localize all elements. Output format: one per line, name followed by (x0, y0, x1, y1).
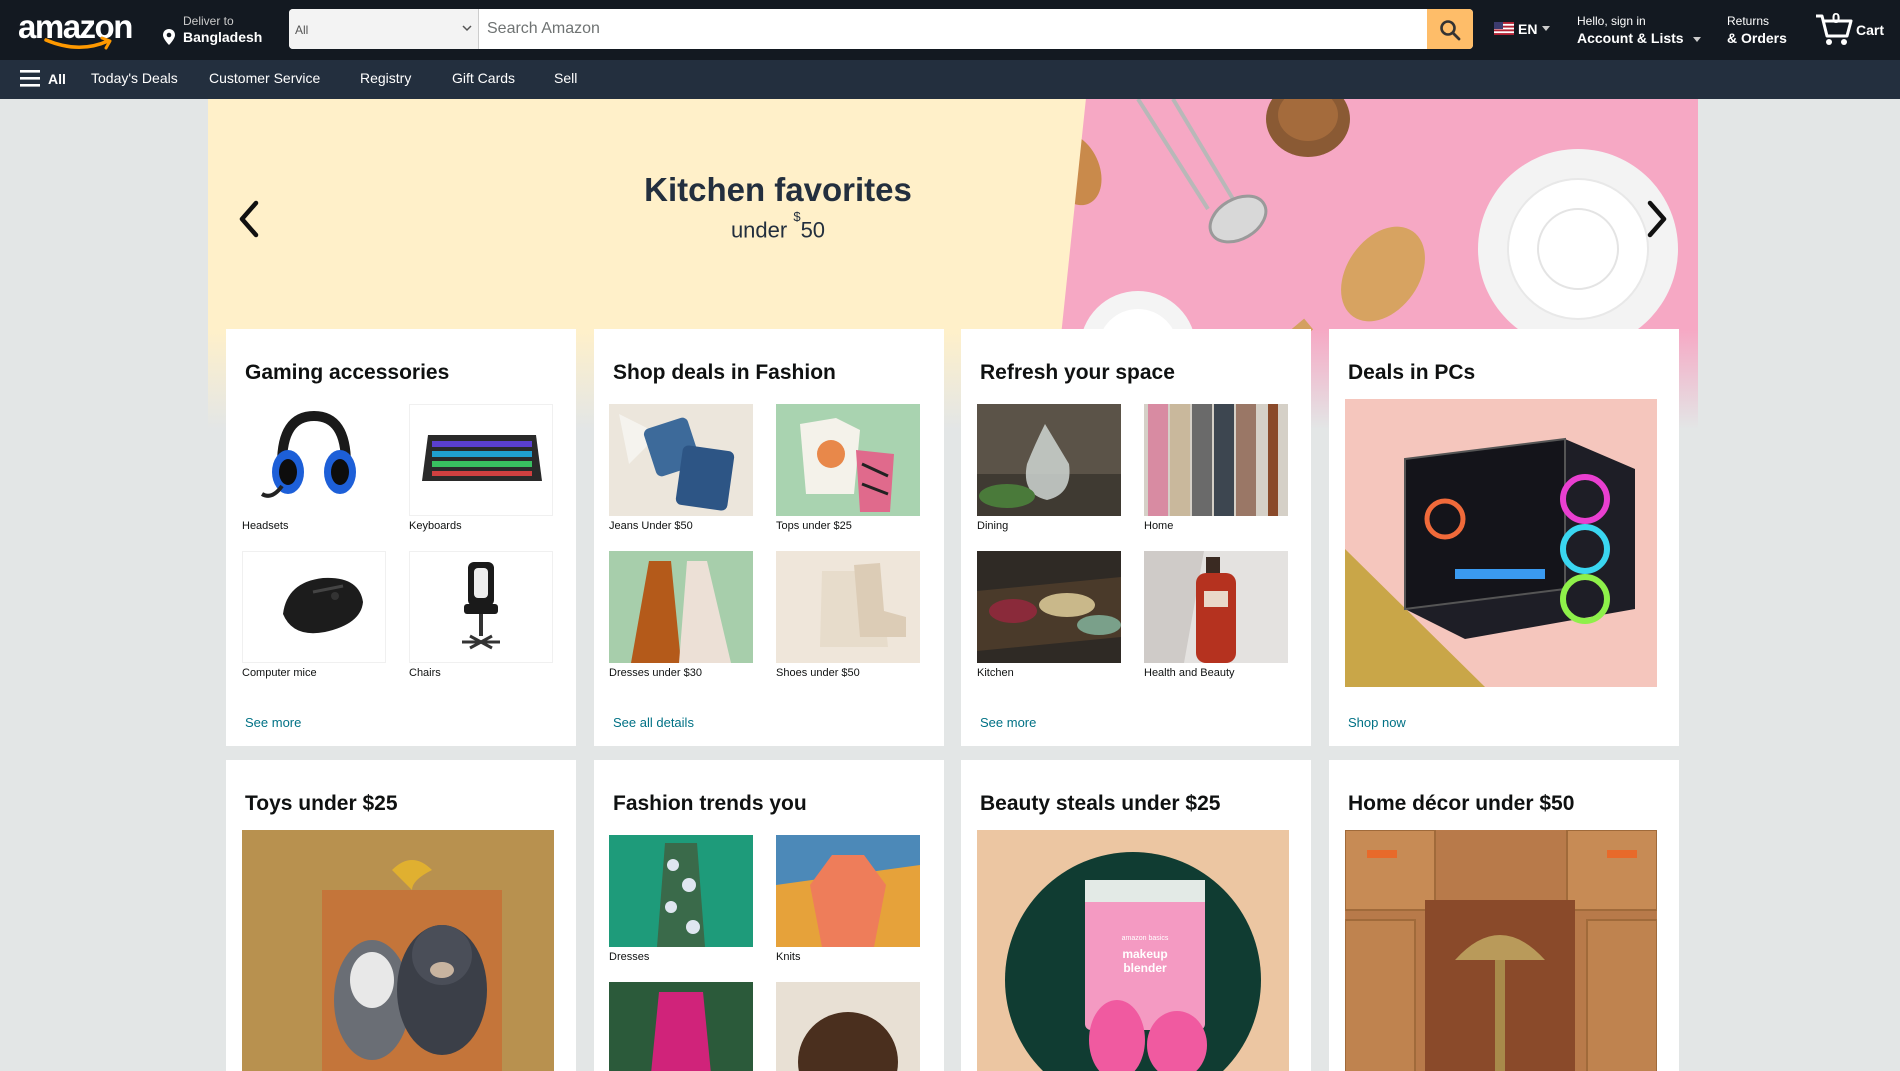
card-title: Gaming accessories (245, 361, 450, 384)
health-beauty-image (1144, 551, 1288, 663)
card-title: Refresh your space (980, 361, 1175, 384)
nav-sell[interactable]: Sell (554, 70, 577, 86)
headset-image (242, 404, 386, 516)
knits-image (776, 835, 920, 947)
card-deals-pcs: Deals in PCs Shop now (1329, 329, 1679, 746)
kitchen-image (977, 551, 1121, 663)
cart-count: 0 (1831, 10, 1841, 27)
chevron-down-icon (462, 25, 472, 32)
card-beauty-steals: Beauty steals under $25 amazon basics ma… (961, 760, 1311, 1071)
card-title: Shop deals in Fashion (613, 361, 836, 384)
hero-subtitle-prefix: under (730, 217, 794, 243)
secondary-navigation: All Today's Deals Customer Service Regis… (0, 60, 1900, 99)
tile-caption: Jeans Under $50 (609, 520, 693, 532)
chair-image (409, 551, 553, 663)
orders-label: & Orders (1727, 30, 1787, 46)
shoes-image (776, 551, 920, 663)
search-button[interactable] (1427, 9, 1473, 49)
pc-case-image[interactable] (1345, 399, 1657, 687)
hair-accessory-image (776, 982, 920, 1071)
amazon-logo[interactable]: amazon (14, 6, 138, 52)
hero-subtitle: under $50 (598, 209, 958, 243)
makeup-blender-image[interactable]: amazon basics makeup blender (977, 830, 1289, 1071)
card-gaming-accessories: Gaming accessories Headsets Keyboards Co… (226, 329, 576, 746)
hero-amount: 50 (800, 217, 826, 243)
see-more-link[interactable]: See more (245, 715, 301, 730)
keyboard-image (409, 404, 553, 516)
tile-caption: Knits (776, 951, 801, 963)
tile-caption: Dresses under $30 (609, 667, 702, 679)
location-pin-icon (163, 29, 175, 45)
card-title: Home décor under $50 (1348, 792, 1575, 815)
nav-gift-cards[interactable]: Gift Cards (452, 70, 515, 86)
cart-button[interactable]: 0 Cart (1814, 8, 1894, 52)
tile-caption: Tops under $25 (776, 520, 852, 532)
mouse-image (242, 551, 386, 663)
deliver-country: Bangladesh (183, 29, 263, 45)
all-menu-label: All (48, 71, 66, 87)
tile-caption: Chairs (409, 667, 441, 679)
card-toys: Toys under $25 (226, 760, 576, 1071)
card-fashion-trends: Fashion trends you Dresses Knits (594, 760, 944, 1071)
card-title: Toys under $25 (245, 792, 398, 815)
search-category-value: All (295, 23, 309, 37)
tile-caption: Headsets (242, 520, 289, 532)
tile-caption: Shoes under $50 (776, 667, 860, 679)
dress-image (609, 835, 753, 947)
product-name-line1: makeup (1122, 947, 1167, 961)
tile-caption: Kitchen (977, 667, 1014, 679)
search-icon (1440, 20, 1461, 41)
card-fashion-deals: Shop deals in Fashion Jeans Under $50 To… (594, 329, 944, 746)
tile-caption: Computer mice (242, 667, 317, 679)
see-all-details-link[interactable]: See all details (613, 715, 694, 730)
tops-image (776, 404, 920, 516)
tile-caption: Health and Beauty (1144, 667, 1235, 679)
returns-label: Returns (1727, 14, 1770, 28)
deliver-label: Deliver to (183, 14, 234, 28)
nav-registry[interactable]: Registry (360, 70, 411, 86)
hero-title: Kitchen favorites (644, 171, 912, 208)
tile-caption: Dresses (609, 951, 650, 963)
us-flag-icon (1494, 22, 1514, 35)
nav-customer-service[interactable]: Customer Service (209, 70, 320, 86)
card-title: Beauty steals under $25 (980, 792, 1221, 815)
top-navigation-bar: amazon Deliver to Bangladesh All Search … (0, 0, 1900, 60)
hero-currency: $ (793, 209, 801, 224)
card-title: Fashion trends you (613, 792, 807, 815)
jeans-image (609, 404, 753, 516)
toys-image[interactable] (242, 830, 554, 1071)
caret-down-icon (1542, 26, 1550, 31)
product-brand: amazon basics (1122, 935, 1169, 942)
carousel-next-button[interactable] (1638, 189, 1678, 249)
cart-label: Cart (1856, 22, 1885, 38)
search-category-select[interactable]: All (289, 9, 479, 49)
language-code: EN (1518, 21, 1538, 37)
search-bar: All (289, 9, 1473, 49)
home-image (1144, 404, 1288, 516)
account-label: Account & Lists (1577, 30, 1684, 46)
card-home-decor: Home décor under $50 (1329, 760, 1679, 1071)
see-more-link[interactable]: See more (980, 715, 1036, 730)
carousel-previous-button[interactable] (228, 189, 268, 249)
shop-now-link[interactable]: Shop now (1348, 715, 1406, 730)
home-decor-image[interactable] (1345, 830, 1657, 1071)
tile-caption: Home (1144, 520, 1174, 532)
hamburger-menu-icon (20, 70, 40, 87)
search-input[interactable] (479, 9, 1427, 49)
card-refresh-space: Refresh your space Dining Home Kitchen H… (961, 329, 1311, 746)
tile-caption: Dining (977, 520, 1009, 532)
product-name-line2: blender (1123, 961, 1167, 975)
account-greeting: Hello, sign in (1577, 14, 1646, 28)
dining-image (977, 404, 1121, 516)
tile-caption: Keyboards (409, 520, 462, 532)
dresses-image (609, 551, 753, 663)
nav-todays-deals[interactable]: Today's Deals (91, 70, 178, 86)
blazer-image (609, 982, 753, 1071)
card-title: Deals in PCs (1348, 361, 1476, 384)
caret-down-icon (1693, 37, 1701, 42)
logo-smile-icon (44, 36, 112, 50)
